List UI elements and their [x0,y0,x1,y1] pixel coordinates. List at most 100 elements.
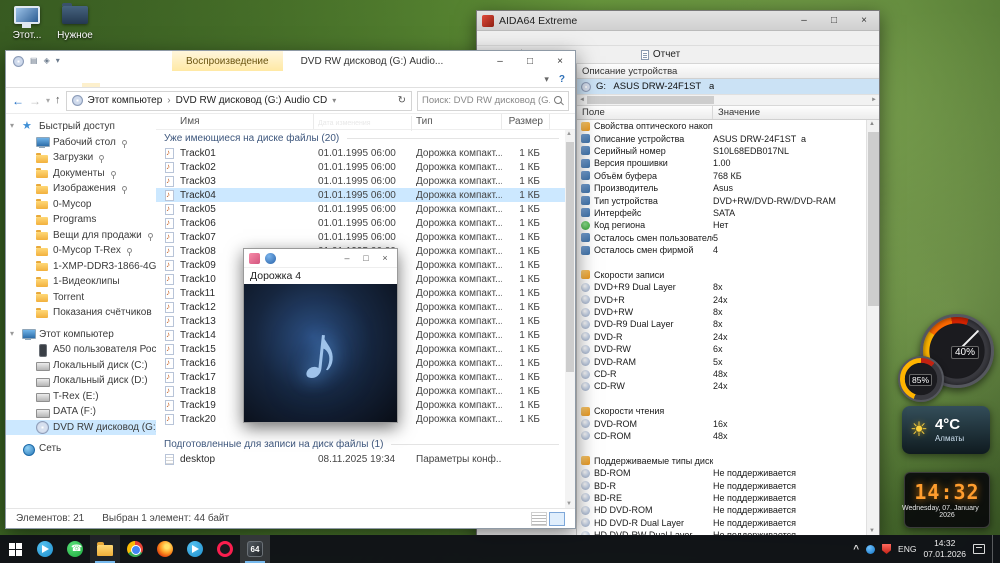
column-header-date[interactable]: Дата изменения [314,115,412,131]
scroll-down-arrow[interactable] [566,501,572,507]
track-row[interactable]: Track02 01.01.1995 06:00 Дорожка компакт… [156,160,565,174]
sidebar-item[interactable]: 0-Мусор T-Rex [6,243,156,259]
popup-minimize-button[interactable] [340,253,354,263]
sidebar-item[interactable]: Загрузки [6,150,156,166]
scroll-up-arrow[interactable] [869,121,875,127]
property-row[interactable]: DVD-RAM 5x [577,355,866,367]
property-row[interactable]: Производитель Asus [577,182,866,194]
explorer-titlebar[interactable]: Воспроизведение DVD RW дисковод (G:) Aud… [6,51,575,71]
popup-camera-icon[interactable] [265,252,276,264]
property-row[interactable]: Интерфейс SATA [577,207,866,219]
taskbar-opera[interactable] [210,535,240,563]
sidebar-item[interactable]: Programs [6,212,156,228]
sidebar-item[interactable]: T-Rex (E:) [6,389,156,405]
sidebar-item[interactable]: Рабочий стол [6,135,156,151]
show-desktop-button[interactable] [992,535,997,563]
column-header-name[interactable]: Имя [156,114,314,129]
property-row[interactable]: DVD-RW 6x [577,343,866,355]
vertical-scrollbar[interactable] [866,120,879,535]
property-row[interactable] [577,256,866,268]
sidebar-item[interactable]: Torrent [6,290,156,306]
device-list-header[interactable]: Описание устройства [577,64,879,79]
breadcrumb-root[interactable]: Этот компьютер [88,95,163,106]
scroll-right-arrow[interactable] [871,97,877,103]
ribbon-collapse-icon[interactable] [544,74,549,85]
taskbar-telegram[interactable] [30,535,60,563]
sidebar-item[interactable]: DVD RW дисковод (G:) Audio C [6,419,156,435]
search-input[interactable] [418,91,554,110]
help-icon[interactable] [559,74,565,85]
sidebar-item[interactable]: Документы [6,166,156,182]
property-row[interactable]: BD-RE Не поддерживается [577,492,866,504]
language-indicator[interactable]: ENG [898,544,916,554]
property-row[interactable]: CD-RW 24x [577,380,866,392]
property-row[interactable]: Осталось смен фирмой 4 [577,244,866,256]
property-row[interactable]: DVD-ROM 16x [577,417,866,429]
sidebar-item[interactable]: Этот компьютер [6,327,156,343]
taskbar-telegram-2[interactable] [180,535,210,563]
qat-properties-icon[interactable] [30,57,38,65]
track-row[interactable]: Track03 01.01.1995 06:00 Дорожка компакт… [156,174,565,188]
ribbon-tab[interactable] [28,83,46,87]
column-header-type[interactable]: Тип [412,114,502,129]
minimize-button[interactable] [789,11,819,30]
sidebar-item[interactable]: DATA (F:) [6,404,156,420]
tray-clock[interactable]: 14:32 07.01.2026 [923,538,966,559]
large-icons-view-button[interactable] [549,511,565,526]
taskbar-chrome[interactable] [120,535,150,563]
property-row[interactable]: Скорости чтения [577,405,866,417]
file-row[interactable]: desktop 08.11.2025 19:34 Параметры конф.… [156,452,565,466]
property-row[interactable]: Объём буфера 768 КБ [577,170,866,182]
scroll-thumb[interactable] [868,132,879,307]
property-row[interactable]: BD-R Не поддерживается [577,479,866,491]
property-row[interactable]: DVD+R 24x [577,293,866,305]
track-row[interactable]: Track05 01.01.1995 06:00 Дорожка компакт… [156,202,565,216]
drive-meter-gadget[interactable]: 40% 85% [898,314,994,404]
property-row[interactable]: Код региона Нет [577,219,866,231]
property-row[interactable] [577,393,866,405]
group-header-existing[interactable]: Уже имеющиеся на диске файлы (20) [156,130,565,146]
property-row[interactable]: Свойства оптического накопителя [577,120,866,132]
file-list-scrollbar[interactable] [565,130,575,508]
ribbon-tab[interactable] [46,83,64,87]
clock-gadget[interactable]: 14:32 Wednesday, 07. January 2026 [902,472,990,528]
tray-app-icon[interactable] [866,544,876,554]
scroll-down-arrow[interactable] [869,528,875,534]
address-box[interactable]: Этот компьютер DVD RW дисковод (G:) Audi… [65,90,412,111]
close-button[interactable] [545,51,575,71]
aida-titlebar[interactable]: AIDA64 Extreme [477,11,879,31]
contextual-tab-title[interactable]: Воспроизведение [172,51,283,71]
breadcrumb-current[interactable]: DVD RW дисковод (G:) Audio CD [176,95,328,106]
ribbon-tab[interactable] [82,83,100,87]
property-row[interactable]: CD-ROM 48x [577,430,866,442]
property-row[interactable]: Осталось смен пользователем 5 [577,232,866,244]
taskbar-aida64[interactable]: 64 [240,535,270,563]
report-button[interactable]: Отчет [635,47,686,62]
taskbar-explorer[interactable] [90,535,120,563]
sidebar-item[interactable]: 1-XMP-DDR3-1866-4Gb(16)-Eli... [6,259,156,275]
details-view-button[interactable] [531,511,547,526]
sidebar-item[interactable]: Сеть [6,441,156,457]
scroll-up-arrow[interactable] [566,131,572,137]
start-button[interactable] [0,535,30,563]
device-row[interactable]: G: ASUS DRW-24F1ST a [577,79,879,94]
popup-maximize-button[interactable] [359,253,373,263]
property-row[interactable]: Тип устройства DVD+RW/DVD-RW/DVD-RAM [577,194,866,206]
track-row[interactable]: Track06 01.01.1995 06:00 Дорожка компакт… [156,216,565,230]
property-row[interactable]: Скорости записи [577,269,866,281]
property-row[interactable]: DVD+R9 Dual Layer 8x [577,281,866,293]
minimize-button[interactable] [485,51,515,71]
ribbon-tab[interactable] [64,83,82,87]
antivirus-tray-icon[interactable] [882,544,892,554]
taskbar-firefox[interactable] [150,535,180,563]
qat-customize-dropdown[interactable] [56,57,60,65]
property-row[interactable]: Поддерживаемые типы дисков [577,455,866,467]
property-row[interactable]: Описание устройства ASUS DRW-24F1ST a [577,132,866,144]
weather-gadget[interactable]: 4°C Алматы [902,406,990,454]
scroll-thumb[interactable] [566,142,574,372]
ribbon-tab[interactable] [10,83,28,87]
group-header-prepared[interactable]: Подготовленные для записи на диск файлы … [156,436,565,452]
property-row[interactable]: HD DVD-R Dual Layer Не поддерживается [577,517,866,529]
maximize-button[interactable] [819,11,849,30]
column-header-size[interactable]: Размер [502,114,550,129]
